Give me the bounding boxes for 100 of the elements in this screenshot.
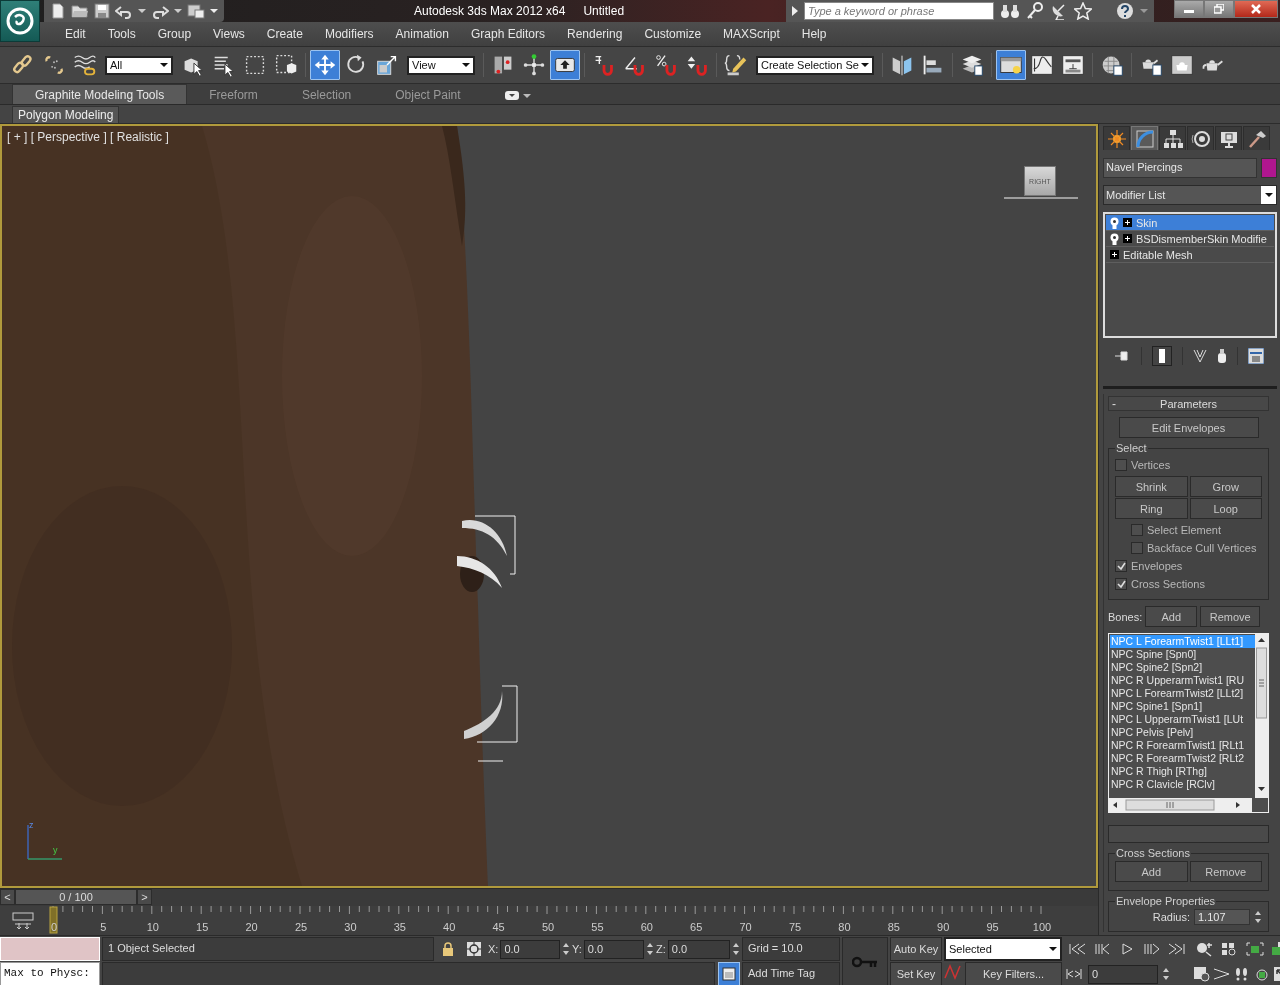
key-icon[interactable] — [1026, 2, 1044, 20]
bone-list-item[interactable]: NPC Spine [Spn0] — [1110, 648, 1255, 661]
menu-item[interactable]: Group — [146, 27, 203, 41]
bone-list-item[interactable]: NPC R Thigh [RThg] — [1110, 765, 1255, 778]
menu-item[interactable]: Create — [255, 27, 314, 41]
time-slider-thumb[interactable]: 0 / 100 — [15, 889, 137, 905]
caret-icon[interactable] — [210, 8, 218, 14]
bone-list-item[interactable]: NPC R ForearmTwist1 [RLt1 — [1110, 739, 1255, 752]
search-field[interactable]: Type a keyword or phrase — [804, 2, 994, 20]
undo-icon[interactable] — [115, 3, 133, 19]
lightbulb-icon[interactable] — [1110, 216, 1119, 229]
object-color-swatch[interactable] — [1261, 158, 1277, 178]
key-filters-button[interactable]: Key Filters... — [965, 962, 1062, 985]
lock-icon[interactable] — [442, 942, 454, 956]
spinner-icon[interactable] — [1254, 909, 1262, 925]
bone-list-item[interactable]: NPC Spine1 [Spn1] — [1110, 700, 1255, 713]
add-time-tag-button[interactable]: Add Time Tag — [742, 962, 840, 985]
keyboard-override-icon[interactable] — [550, 50, 580, 80]
collapse-toggle[interactable]: - — [1109, 396, 1123, 411]
trackbar-toggle-icon[interactable] — [10, 910, 35, 931]
spinner-icon[interactable] — [646, 941, 654, 957]
ribbon-panel-tab[interactable]: Polygon Modeling — [12, 106, 120, 123]
set-key-mode-button[interactable]: Set Key — [890, 962, 942, 985]
field-of-view-icon[interactable] — [1212, 966, 1232, 982]
listener-output-field[interactable] — [0, 937, 100, 961]
remove-modifier-icon[interactable] — [1217, 349, 1227, 363]
selection-dropdown[interactable]: View — [407, 55, 475, 75]
lightbulb-icon[interactable] — [1110, 232, 1119, 245]
checkbox[interactable] — [1131, 524, 1143, 536]
configure-sets-icon[interactable] — [1248, 348, 1264, 364]
current-frame-marker[interactable] — [49, 906, 58, 934]
menu-item[interactable]: Help — [790, 27, 838, 41]
checkbox[interactable] — [1115, 459, 1127, 471]
move-icon[interactable] — [310, 50, 340, 80]
expand-plus-icon[interactable] — [1123, 218, 1132, 227]
auto-key-button[interactable]: Auto Key — [890, 937, 942, 961]
menu-item[interactable]: Tools — [96, 27, 147, 41]
selection-dropdown[interactable]: Create Selection Se — [756, 55, 874, 75]
object-name-field[interactable]: Navel Piercings — [1103, 158, 1257, 178]
panel-button[interactable]: Loop — [1189, 498, 1262, 519]
time-slider-track[interactable]: < 0 / 100 > — [0, 888, 1098, 906]
expand-arrow-icon[interactable] — [792, 6, 798, 16]
ribbon-tab[interactable]: Selection — [279, 85, 374, 104]
listener-input-field[interactable]: Max to Physc: — [0, 962, 100, 985]
key-mode-dropdown[interactable]: Selected — [944, 937, 1062, 961]
bone-list-item[interactable]: NPC R ForearmTwist2 [RLt2 — [1110, 752, 1255, 765]
binoculars-icon[interactable] — [1000, 3, 1020, 19]
panel-button[interactable]: Shrink — [1115, 476, 1188, 497]
expand-plus-icon[interactable] — [1123, 234, 1132, 243]
panel-button[interactable]: Remove — [1200, 606, 1261, 627]
caret-icon[interactable] — [861, 62, 869, 68]
panel-button[interactable]: Remove — [1189, 861, 1262, 882]
checkbox[interactable] — [1115, 578, 1127, 590]
star-icon[interactable] — [1074, 2, 1092, 20]
ribbon-toggle-icon[interactable] — [996, 50, 1026, 80]
caret-icon[interactable] — [462, 62, 470, 68]
coordinate-field[interactable]: 0.0 — [583, 939, 644, 959]
viewport-label[interactable]: [ + ] [ Perspective ] [ Realistic ] — [7, 130, 169, 144]
menu-item[interactable]: Customize — [633, 27, 713, 41]
ribbon-tab[interactable]: Freeform — [187, 85, 280, 104]
time-configuration-icon[interactable] — [1192, 966, 1212, 982]
new-file-icon[interactable] — [50, 3, 66, 19]
ribbon-tab[interactable]: Object Paint — [373, 85, 483, 104]
modifier-stack-item[interactable]: Editable Mesh — [1106, 247, 1274, 263]
spinner-icon[interactable] — [1162, 966, 1170, 982]
project-folder-icon[interactable] — [187, 3, 205, 19]
restore-button[interactable] — [1204, 0, 1234, 18]
menu-item[interactable]: Animation — [384, 27, 460, 41]
menu-item[interactable]: Views — [202, 27, 256, 41]
vertical-scrollbar-icon[interactable] — [1255, 634, 1268, 798]
panel-button[interactable]: Ring — [1115, 498, 1188, 519]
panel-button[interactable]: Grow — [1189, 476, 1262, 497]
app-logo-icon[interactable] — [5, 6, 35, 36]
radius-field[interactable]: 1.107 — [1194, 909, 1250, 925]
command-panel-tab[interactable] — [1187, 126, 1214, 150]
menu-item[interactable]: Edit — [54, 27, 97, 41]
minimize-button[interactable] — [1174, 0, 1204, 18]
menu-item[interactable]: Graph Editors — [459, 27, 556, 41]
modifier-stack-item[interactable]: BSDismemberSkin Modifie — [1106, 231, 1274, 247]
rollout-header[interactable]: - Parameters — [1108, 396, 1269, 411]
modifier-list-dropdown[interactable]: Modifier List — [1103, 185, 1277, 205]
coordinate-field[interactable]: 0.0 — [667, 939, 730, 959]
menu-item[interactable]: Rendering — [556, 27, 634, 41]
absolute-mode-icon[interactable] — [466, 941, 482, 957]
selection-dropdown[interactable]: All — [105, 55, 173, 75]
satellite-dish-icon[interactable] — [1050, 2, 1068, 20]
panel-button[interactable]: Add — [1145, 606, 1198, 627]
zoom-icon[interactable] — [1194, 941, 1215, 957]
bone-list-item[interactable]: NPC Spine2 [Spn2] — [1110, 661, 1255, 674]
command-panel-tab[interactable] — [1103, 126, 1130, 150]
frame-field[interactable]: 0 — [1088, 964, 1158, 984]
time-tag-icon[interactable] — [722, 967, 736, 981]
show-end-result-icon[interactable] — [1152, 346, 1172, 366]
zoom-extents-icon[interactable] — [1244, 941, 1265, 957]
next-frame-button[interactable]: > — [137, 889, 152, 905]
checkbox[interactable] — [1131, 542, 1143, 554]
bones-list[interactable] — [1108, 633, 1269, 813]
coordinate-field[interactable]: 0.0 — [500, 939, 560, 959]
caret-icon[interactable] — [1049, 946, 1057, 952]
edit-envelopes-button[interactable]: Edit Envelopes — [1118, 417, 1259, 438]
